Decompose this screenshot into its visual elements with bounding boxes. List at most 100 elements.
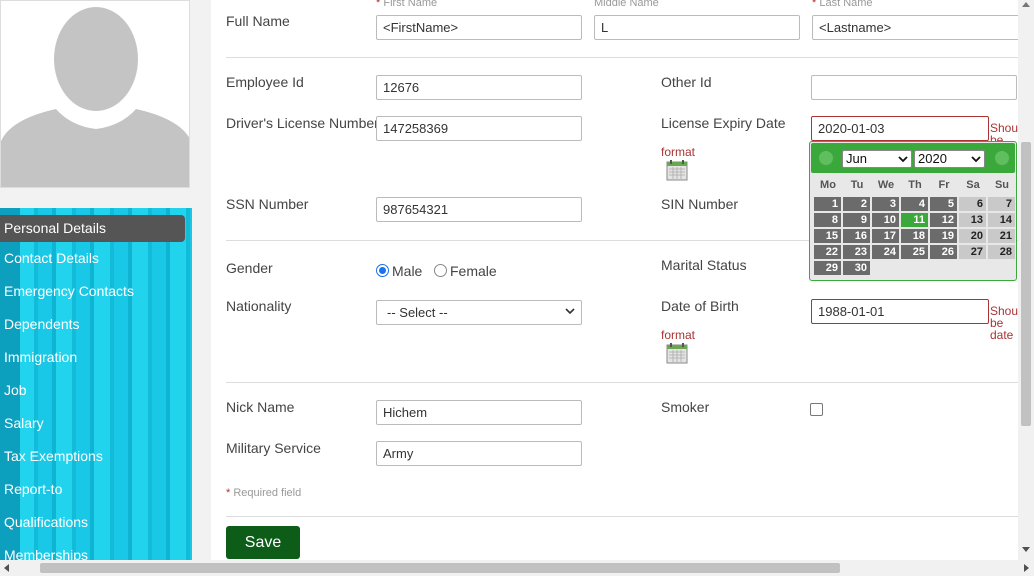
calendar-day[interactable]: 13 (959, 213, 986, 227)
nick-name-input[interactable]: Hichem (376, 400, 582, 425)
sidebar-item-tax-exemptions[interactable]: Tax Exemptions (0, 440, 192, 473)
save-button[interactable]: Save (226, 526, 300, 559)
middle-name-input[interactable]: L (594, 15, 800, 40)
military-service-input[interactable]: Army (376, 441, 582, 466)
first-name-input[interactable]: <FirstName> (376, 15, 582, 40)
calendar-day[interactable]: 1 (814, 197, 841, 211)
date-of-birth-format-hint: format (661, 328, 696, 342)
nationality-select[interactable]: -- Select -- (376, 300, 582, 325)
gender-male-radio[interactable] (376, 264, 389, 277)
smoker-checkbox[interactable] (810, 403, 823, 416)
sidebar-item-memberships[interactable]: Memberships (0, 539, 192, 560)
sidebar-item-job[interactable]: Job (0, 374, 192, 407)
calendar-icon[interactable] (666, 159, 688, 181)
month-select-value: Jun (846, 151, 867, 166)
scroll-right-icon[interactable] (1024, 564, 1029, 572)
ssn-input[interactable]: 987654321 (376, 197, 582, 222)
gender-female-label[interactable]: Female (450, 263, 497, 279)
sidebar-item-dependents[interactable]: Dependents (0, 308, 192, 341)
year-select[interactable]: 2020 (914, 150, 985, 168)
weekday-header: Sa (966, 179, 980, 191)
horizontal-scroll-thumb[interactable] (40, 563, 840, 573)
last-name-input[interactable]: <Lastname> (812, 15, 1018, 40)
calendar-day[interactable]: 15 (814, 229, 841, 243)
calendar-day[interactable]: 10 (872, 213, 899, 227)
calendar-day[interactable]: 9 (843, 213, 870, 227)
prev-month-icon[interactable] (819, 151, 833, 165)
date-of-birth-input[interactable]: 1988-01-01 (811, 299, 989, 324)
calendar-day[interactable]: 6 (959, 197, 986, 211)
calendar-icon[interactable] (666, 342, 688, 364)
sidebar-item-salary[interactable]: Salary (0, 407, 192, 440)
calendar-day[interactable]: 3 (872, 197, 899, 211)
calendar-day[interactable]: 16 (843, 229, 870, 243)
month-select[interactable]: Jun (842, 150, 912, 168)
full-name-label: Full Name (226, 13, 290, 29)
gender-female-radio[interactable] (434, 264, 447, 277)
sidebar-menu: Personal Details Contact Details Emergen… (0, 208, 192, 560)
middle-name-label: Middle Name (594, 0, 659, 9)
sidebar-item-personal-details[interactable]: Personal Details (0, 215, 185, 242)
horizontal-scrollbar[interactable] (0, 560, 1034, 576)
license-expiry-input[interactable]: 2020-01-03 (811, 116, 989, 141)
date-picker-header: Jun 2020 (811, 143, 1015, 173)
calendar-day[interactable]: 4 (901, 197, 928, 211)
sidebar-item-qualifications[interactable]: Qualifications (0, 506, 192, 539)
calendar-day[interactable]: 27 (959, 245, 986, 259)
required-field-note: * Required field (226, 487, 301, 499)
first-name-label: * First Name (376, 0, 437, 9)
employee-id-label: Employee Id (226, 74, 304, 90)
required-mark: * (376, 0, 381, 9)
ssn-label: SSN Number (226, 196, 309, 212)
vertical-scrollbar[interactable] (1018, 0, 1034, 560)
weekday-header: Fr (938, 179, 950, 191)
calendar-day[interactable]: 11 (901, 213, 928, 227)
weekday-header: Su (994, 179, 1010, 191)
employee-id-input[interactable]: 12676 (376, 75, 582, 100)
gender-male-label[interactable]: Male (392, 263, 422, 279)
sidebar-item-immigration[interactable]: Immigration (0, 341, 192, 374)
calendar-day[interactable]: 20 (959, 229, 986, 243)
scroll-down-icon[interactable] (1022, 547, 1030, 552)
calendar-day[interactable]: 5 (930, 197, 957, 211)
calendar-day[interactable]: 23 (843, 245, 870, 259)
marital-status-label: Marital Status (661, 257, 747, 273)
drivers-license-input[interactable]: 147258369 (376, 116, 582, 141)
calendar-day[interactable]: 28 (988, 245, 1015, 259)
chevron-down-icon (898, 156, 908, 163)
calendar-day[interactable]: 22 (814, 245, 841, 259)
calendar-day[interactable]: 17 (872, 229, 899, 243)
calendar-day[interactable]: 18 (901, 229, 928, 243)
calendar-day[interactable]: 12 (930, 213, 957, 227)
calendar-day[interactable]: 19 (930, 229, 957, 243)
calendar-day[interactable]: 8 (814, 213, 841, 227)
calendar-day[interactable]: 21 (988, 229, 1015, 243)
sidebar-item-contact-details[interactable]: Contact Details (0, 242, 192, 275)
other-id-input[interactable] (811, 75, 1017, 100)
sidebar-item-emergency-contacts[interactable]: Emergency Contacts (0, 275, 192, 308)
weekday-header: Mo (820, 179, 836, 191)
next-month-icon[interactable] (995, 151, 1009, 165)
divider (226, 516, 1018, 517)
vertical-scroll-thumb[interactable] (1021, 142, 1031, 426)
calendar-day[interactable]: 26 (930, 245, 957, 259)
weekday-header: We (877, 179, 895, 191)
calendar-day[interactable]: 29 (814, 261, 841, 275)
calendar-day[interactable]: 2 (843, 197, 870, 211)
divider (226, 382, 1018, 383)
calendar-day[interactable]: 14 (988, 213, 1015, 227)
scroll-left-icon[interactable] (4, 564, 9, 572)
weekday-header: Tu (850, 179, 864, 191)
military-service-label: Military Service (226, 440, 321, 456)
profile-photo[interactable] (0, 0, 190, 188)
last-name-label: * Last Name (812, 0, 873, 9)
calendar-day[interactable]: 30 (843, 261, 870, 275)
calendar-day[interactable]: 7 (988, 197, 1015, 211)
weekday-header: Th (908, 179, 922, 191)
date-of-birth-label: Date of Birth (661, 298, 739, 314)
scroll-up-icon[interactable] (1022, 2, 1030, 7)
calendar-day[interactable]: 25 (901, 245, 928, 259)
calendar-day[interactable]: 24 (872, 245, 899, 259)
nationality-select-value: -- Select -- (387, 305, 448, 320)
sidebar-item-report-to[interactable]: Report-to (0, 473, 192, 506)
